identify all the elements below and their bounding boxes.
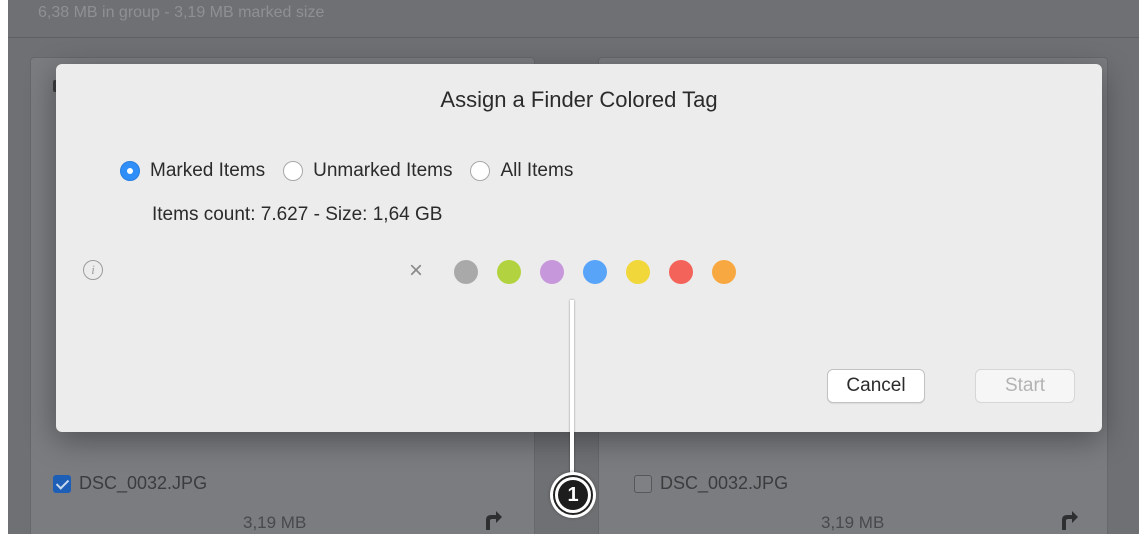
radio-marked-items[interactable]: Marked Items [120,160,265,182]
tag-red[interactable] [669,260,693,284]
group-summary-text: 6,38 MB in group - 3,19 MB marked size [38,4,325,21]
tag-purple[interactable] [540,260,564,284]
radio-button-all[interactable] [470,161,491,181]
color-tag-picker: × [404,259,755,284]
cancel-button[interactable]: Cancel [827,369,925,403]
scope-radio-group: Marked Items Unmarked Items All Items [120,160,591,182]
radio-all-items[interactable]: All Items [470,160,573,182]
right-file-checkbox[interactable] [634,474,652,493]
left-file-size: 3,19 MB [243,513,307,532]
clear-tag-icon[interactable]: × [404,259,428,284]
radio-label: All Items [500,160,574,181]
left-file-checkbox[interactable] [53,474,71,493]
items-count-text: Items count: 7.627 - Size: 1,64 GB [152,204,443,225]
callout-badge: 1 [553,475,593,515]
right-file-row: DSC_0032.JPG [634,473,788,494]
radio-button-unmarked[interactable] [283,161,304,181]
radio-button-marked[interactable] [120,161,140,181]
left-file-name: DSC_0032.JPG [79,473,208,493]
callout-number: 1 [558,480,588,510]
radio-unmarked-items[interactable]: Unmarked Items [283,160,452,182]
tag-orange[interactable] [712,260,736,284]
rotate-icon[interactable] [1057,510,1079,532]
right-file-size: 3,19 MB [821,513,885,532]
group-summary-bar: 6,38 MB in group - 3,19 MB marked size [8,0,1139,38]
radio-label: Marked Items [150,160,266,181]
tag-blue[interactable] [583,260,607,284]
tag-green[interactable] [497,260,521,284]
start-button[interactable]: Start [975,369,1075,403]
left-file-row: DSC_0032.JPG [53,473,207,494]
info-icon[interactable]: i [83,260,103,280]
assign-tag-dialog: Assign a Finder Colored Tag Marked Items… [56,64,1102,432]
radio-label: Unmarked Items [313,160,453,181]
callout-line [570,300,574,478]
tag-yellow[interactable] [626,260,650,284]
right-file-name: DSC_0032.JPG [660,473,789,493]
rotate-icon[interactable] [481,510,503,532]
tag-gray[interactable] [454,260,478,284]
dialog-title: Assign a Finder Colored Tag [440,87,718,112]
